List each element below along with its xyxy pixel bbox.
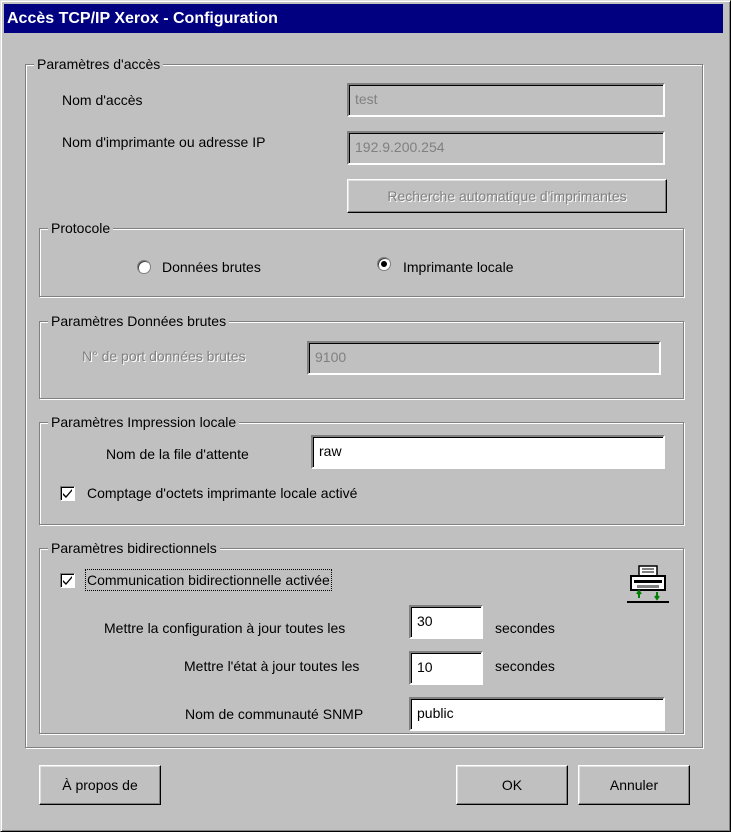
config-interval-label: Mettre la configuration à jour toutes le… (104, 620, 346, 636)
config-interval-unit: secondes (495, 620, 555, 636)
printer-address-label: Nom d'imprimante ou adresse IP (62, 134, 266, 150)
bidi-enable-checkbox[interactable] (60, 573, 75, 588)
bidi-legend: Paramètres bidirectionnels (48, 539, 220, 557)
queue-name-label: Nom de la file d'attente (106, 446, 249, 462)
cancel-button[interactable]: Annuler (578, 765, 690, 805)
title-bar: Accès TCP/IP Xerox - Configuration (4, 4, 723, 33)
access-legend: Paramètres d'accès (34, 55, 164, 73)
cancel-button-label: Annuler (609, 777, 659, 793)
username-field[interactable]: test (347, 83, 665, 117)
config-dialog: Accès TCP/IP Xerox - Configuration Param… (0, 0, 731, 832)
auto-search-button[interactable]: Recherche automatique d'imprimantes (347, 179, 667, 213)
local-print-legend: Paramètres Impression locale (48, 413, 240, 431)
raw-params-legend: Paramètres Données brutes (48, 312, 230, 330)
window-title: Accès TCP/IP Xerox - Configuration (7, 10, 278, 27)
radio-dot (381, 261, 387, 267)
about-button-label: À propos de (62, 777, 138, 793)
status-interval-label: Mettre l'état à jour toutes les (184, 658, 360, 674)
about-button[interactable]: À propos de (39, 765, 161, 805)
ok-button[interactable]: OK (456, 765, 568, 805)
bidi-enable-label[interactable]: Communication bidirectionnelle activée (85, 569, 332, 591)
printer-address-field[interactable]: 192.9.200.254 (347, 131, 665, 165)
snmp-community-field[interactable]: public (409, 697, 665, 731)
byte-count-checkbox[interactable] (60, 486, 75, 501)
status-interval-field[interactable]: 10 (409, 651, 483, 685)
username-label: Nom d'accès (62, 92, 143, 108)
raw-port-label: N° de port données brutes (82, 348, 246, 364)
status-interval-unit: secondes (495, 658, 555, 674)
local-printer-radio[interactable] (377, 257, 391, 271)
raw-data-radio[interactable] (137, 260, 151, 274)
check-mark-icon (63, 489, 72, 498)
config-interval-field[interactable]: 30 (409, 605, 483, 639)
ok-button-label: OK (501, 777, 523, 793)
printer-icon (625, 564, 671, 606)
check-mark-icon (63, 576, 72, 585)
raw-data-label[interactable]: Données brutes (162, 258, 261, 276)
raw-port-field[interactable]: 9100 (307, 341, 661, 375)
queue-name-field[interactable]: raw (311, 435, 665, 469)
protocol-group: Protocole (39, 219, 684, 297)
snmp-community-label: Nom de communauté SNMP (185, 706, 364, 722)
protocol-legend: Protocole (48, 219, 114, 237)
byte-count-label[interactable]: Comptage d'octets imprimante locale acti… (87, 484, 357, 502)
auto-search-label: Recherche automatique d'imprimantes (387, 188, 627, 204)
local-printer-label[interactable]: Imprimante locale (403, 258, 514, 276)
